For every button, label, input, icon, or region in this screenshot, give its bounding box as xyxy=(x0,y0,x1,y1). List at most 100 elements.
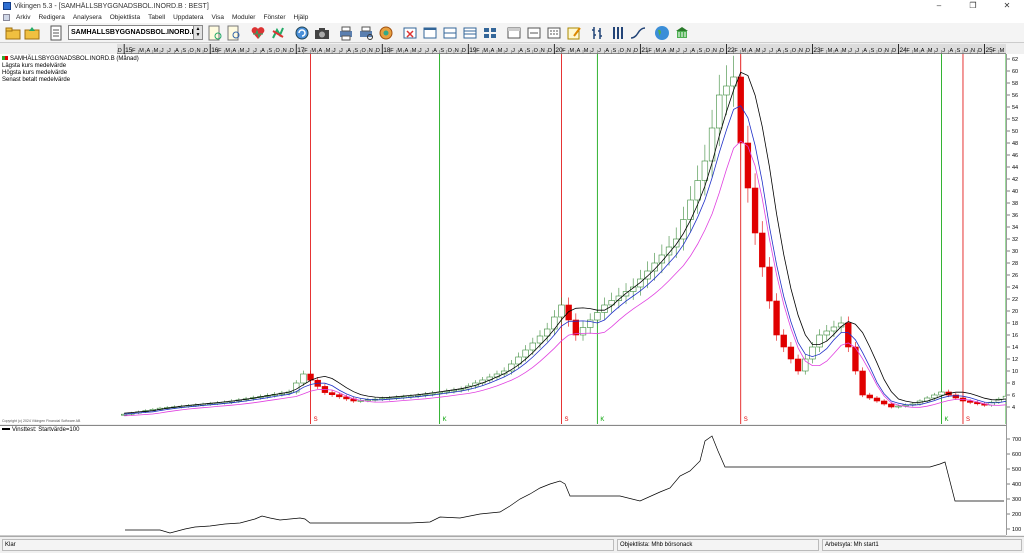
price-tick-label: 34 xyxy=(1012,225,1018,231)
minimize-icon[interactable]: – xyxy=(922,0,956,12)
menu-moduler[interactable]: Moduler xyxy=(228,14,259,21)
price-tick-label: 42 xyxy=(1012,177,1018,183)
price-tick-label: 6 xyxy=(1012,393,1015,399)
candle-legend-icon xyxy=(2,56,8,61)
candle-body xyxy=(723,85,730,96)
menu-hjalp[interactable]: Hjälp xyxy=(290,14,313,21)
menu-bar: Arkiv Redigera Analysera Objektlista Tab… xyxy=(0,12,1024,23)
compare-chart-icon[interactable] xyxy=(270,25,286,41)
refresh-icon[interactable] xyxy=(294,25,310,41)
price-tick-label: 32 xyxy=(1012,237,1018,243)
signal-label: K xyxy=(600,417,604,423)
title-bar: Vikingen 5.3 - [SAMHÄLLSBYGGNADSBOL.INOR… xyxy=(0,0,1024,12)
document-list-icon[interactable] xyxy=(48,25,64,41)
symbol-spinner[interactable]: ▲ ▼ xyxy=(193,25,203,40)
candle-body xyxy=(558,304,565,318)
price-tick-label: 24 xyxy=(1012,285,1018,291)
candle-body xyxy=(866,394,873,399)
ohlc-chart-icon[interactable] xyxy=(590,25,606,41)
menu-uppdatera[interactable]: Uppdatera xyxy=(169,14,207,21)
candle-body xyxy=(694,180,701,201)
price-scale: 4 6 8 10 12 14 16 18 20 22 24 26 28 30 32 34 36 38 40 42 44 4… xyxy=(1006,54,1024,535)
folder-up-icon[interactable] xyxy=(24,25,40,41)
candle-body xyxy=(716,94,723,129)
status-ready: Klar xyxy=(2,539,614,551)
indicator-label: Vinsttest: Startvärde=100 xyxy=(12,427,80,433)
print-preview-icon[interactable] xyxy=(358,25,374,41)
symbol-input[interactable]: SAMHALLSBYGGNADSBOL.INORD.B xyxy=(68,25,196,40)
close-icon[interactable]: ✕ xyxy=(990,0,1024,12)
indicator-tick-label: 300 xyxy=(1012,497,1021,503)
candle-body xyxy=(888,403,895,408)
price-tick-label: 56 xyxy=(1012,93,1018,99)
panel-lines-icon[interactable] xyxy=(526,25,542,41)
delete-window-icon[interactable] xyxy=(402,25,418,41)
menu-visa[interactable]: Visa xyxy=(207,14,228,21)
candle-body xyxy=(744,142,752,189)
document-icon[interactable] xyxy=(3,14,10,21)
grid-icon[interactable] xyxy=(482,25,498,41)
window-controls: – ❐ ✕ xyxy=(922,0,1024,12)
candle-body xyxy=(931,394,938,399)
report-search-icon[interactable] xyxy=(226,25,242,41)
restore-icon[interactable]: ❐ xyxy=(956,0,990,12)
price-tick-label: 8 xyxy=(1012,381,1015,387)
heart-rate-icon[interactable] xyxy=(250,25,266,41)
price-tick-label: 10 xyxy=(1012,369,1018,375)
candle-body xyxy=(737,76,744,144)
indicator-tick-label: 400 xyxy=(1012,482,1021,488)
indicator-tick-label: 500 xyxy=(1012,467,1021,473)
menu-tabell[interactable]: Tabell xyxy=(144,14,169,21)
bank-icon[interactable] xyxy=(674,25,690,41)
price-tick-label: 54 xyxy=(1012,105,1018,111)
menu-fonster[interactable]: Fönster xyxy=(259,14,289,21)
print-icon[interactable] xyxy=(338,25,354,41)
menu-arkiv[interactable]: Arkiv xyxy=(12,14,34,21)
candle-body xyxy=(830,326,838,332)
window-stack-icon[interactable] xyxy=(462,25,478,41)
indicator-tick-label: 700 xyxy=(1012,437,1021,443)
window-tile-icon[interactable] xyxy=(442,25,458,41)
globe-icon[interactable] xyxy=(654,25,670,41)
candle-body xyxy=(751,187,759,234)
price-chart[interactable]: SKSKSKSK xyxy=(0,54,1017,424)
copyright-text: Copyright (c) 2024 Vikingen Financial So… xyxy=(2,419,81,423)
price-tick-label: 30 xyxy=(1012,249,1018,255)
candle-body xyxy=(895,405,902,408)
signal-label: S xyxy=(966,417,970,423)
price-tick-label: 40 xyxy=(1012,189,1018,195)
price-tick-label: 22 xyxy=(1012,297,1018,303)
menu-analysera[interactable]: Analysera xyxy=(69,14,106,21)
indicator-area[interactable] xyxy=(0,425,1006,535)
report-icon[interactable] xyxy=(207,25,223,41)
note-edit-icon[interactable] xyxy=(566,25,582,41)
candle-body xyxy=(551,316,558,330)
candle-body xyxy=(759,232,766,268)
candle-body xyxy=(938,391,945,396)
bar-chart-icon[interactable] xyxy=(610,25,626,41)
candle-body xyxy=(773,300,780,336)
price-chart-area[interactable]: SKSKSKSK xyxy=(0,54,1017,424)
price-tick-label: 4 xyxy=(1012,405,1015,411)
indicator-chart[interactable] xyxy=(0,426,1006,536)
open-folder-icon[interactable] xyxy=(5,25,21,41)
price-tick-label: 58 xyxy=(1012,81,1018,87)
calculator-icon[interactable] xyxy=(546,25,562,41)
menu-redigera[interactable]: Redigera xyxy=(34,14,68,21)
globe-settings-icon[interactable] xyxy=(378,25,394,41)
price-tick-label: 38 xyxy=(1012,201,1018,207)
line-chart-icon[interactable] xyxy=(630,25,646,41)
price-tick-label: 20 xyxy=(1012,309,1018,315)
status-objectlist: Objektlista: Mhb börsonack xyxy=(617,539,819,551)
high-average-line xyxy=(124,71,1014,414)
indicator-tick-label: 600 xyxy=(1012,452,1021,458)
camera-icon[interactable] xyxy=(314,25,330,41)
menu-objektlista[interactable]: Objektlista xyxy=(106,14,144,21)
candle-body xyxy=(809,346,816,360)
price-tick-label: 50 xyxy=(1012,129,1018,135)
panel-icon[interactable] xyxy=(506,25,522,41)
legend-title-text: SAMHÄLLSBYGGNADSBOL.INORD.B (Månad) xyxy=(10,56,139,62)
window-layout-icon[interactable] xyxy=(422,25,438,41)
candle-body xyxy=(816,334,823,348)
candle-body xyxy=(966,400,974,403)
